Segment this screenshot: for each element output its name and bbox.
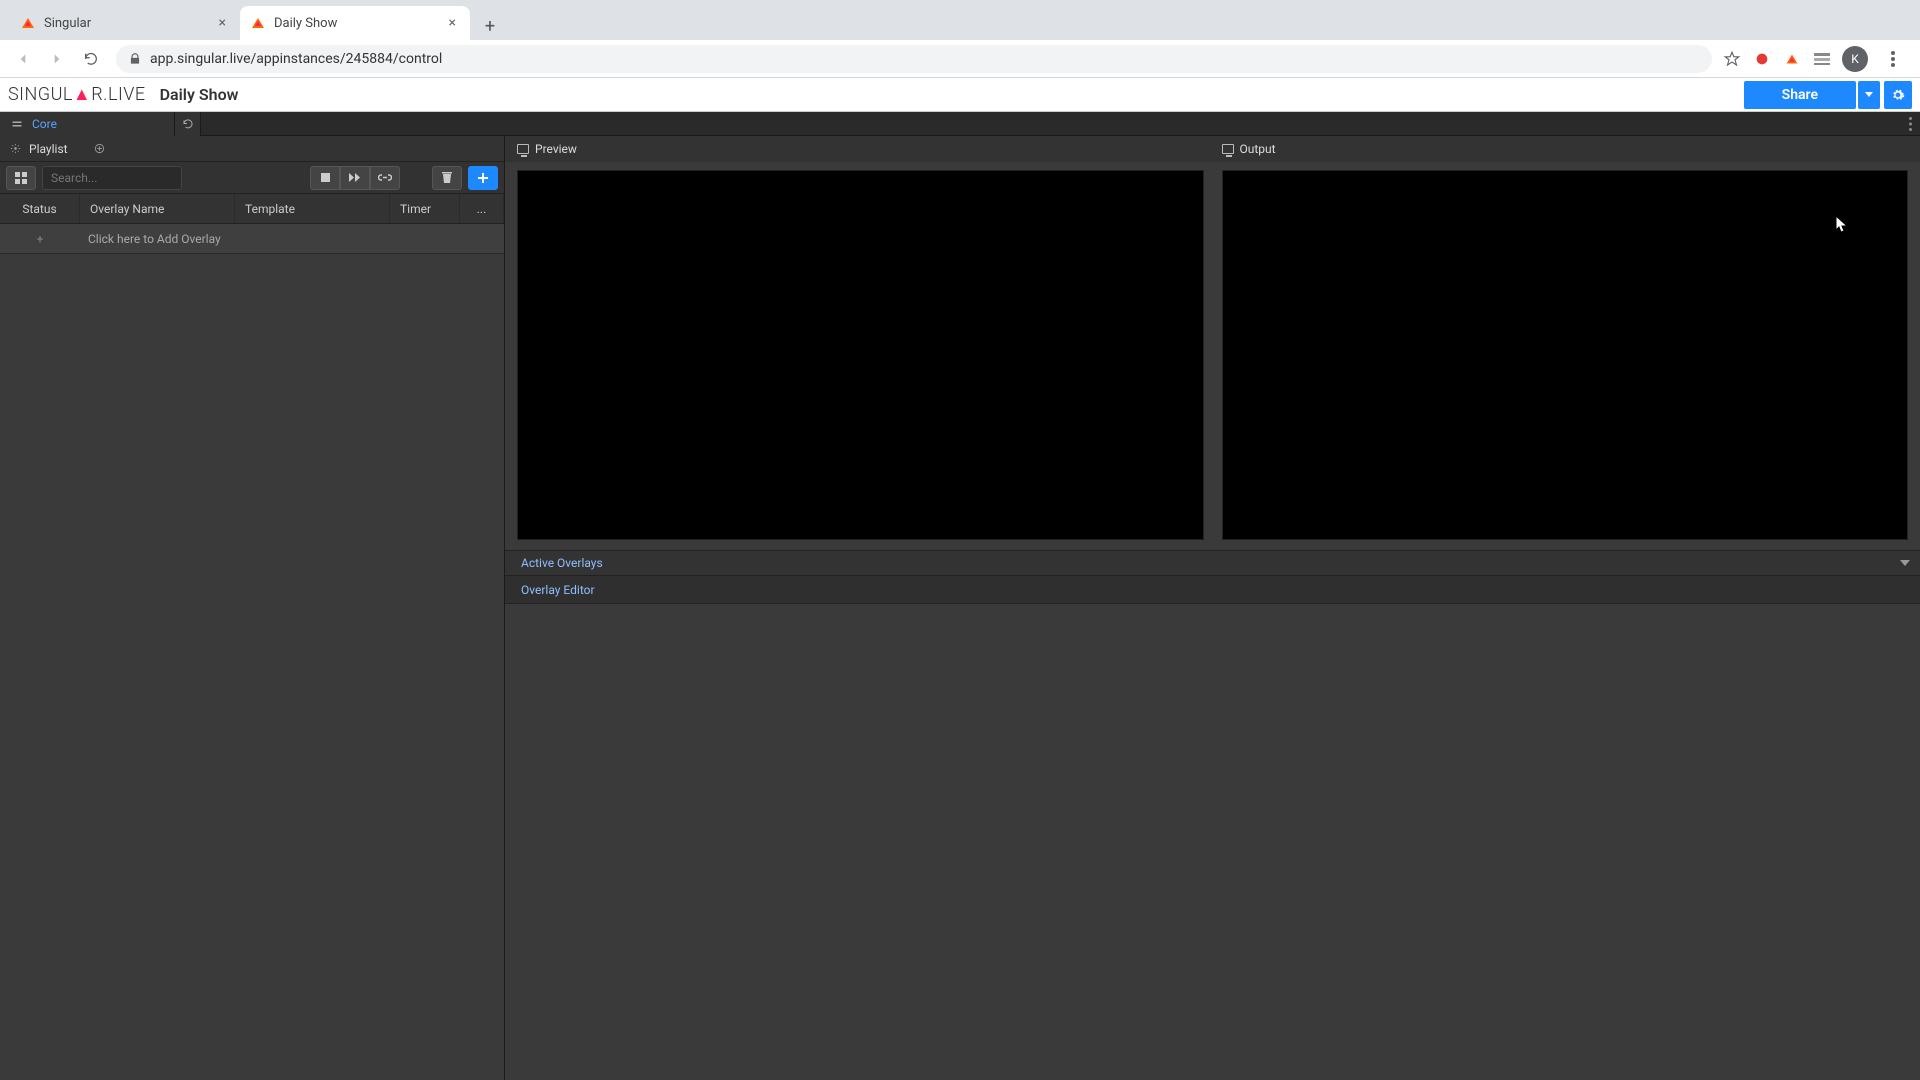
extension-icon[interactable] (1752, 49, 1772, 69)
settings-button[interactable] (1884, 81, 1912, 109)
playlist-table-header: Status Overlay Name Template Timer ... (0, 194, 504, 224)
browser-tab-dailyshow[interactable]: Daily Show × (240, 6, 470, 40)
forward-button[interactable] (42, 44, 72, 74)
next-button[interactable] (340, 166, 370, 190)
singular-favicon-icon (250, 15, 266, 31)
active-overlays-bar[interactable]: Active Overlays (505, 550, 1920, 576)
loop-button[interactable] (370, 166, 400, 190)
overlay-editor-bar[interactable]: Overlay Editor (505, 576, 1920, 604)
right-panel: Preview Output Active Overlays (505, 136, 1920, 1080)
search-input-wrap (42, 166, 182, 190)
brand-logo[interactable]: SINGUL▲R.LIVE (8, 84, 146, 105)
preview-pane (517, 162, 1204, 540)
stop-icon (321, 173, 330, 182)
core-label: Core (32, 117, 57, 131)
monitor-icon (1222, 144, 1234, 154)
url-text: app.singular.live/appinstances/245884/co… (150, 51, 442, 67)
new-tab-button[interactable]: + (476, 12, 504, 40)
col-more[interactable]: ... (460, 194, 504, 223)
close-icon[interactable]: × (445, 13, 460, 33)
lock-icon (128, 52, 142, 66)
singular-extension-icon[interactable] (1782, 49, 1802, 69)
tab-title: Daily Show (274, 16, 445, 31)
playlist-add-button[interactable] (94, 143, 105, 154)
back-button[interactable] (8, 44, 38, 74)
stop-button[interactable] (310, 166, 340, 190)
add-overlay-label: Click here to Add Overlay (80, 232, 221, 246)
browser-tab-singular[interactable]: Singular × (10, 6, 240, 40)
add-button[interactable] (468, 166, 498, 190)
avatar[interactable]: K (1842, 46, 1868, 72)
overlay-editor-body (505, 604, 1920, 1080)
preview-output-row (505, 162, 1920, 550)
link-icon (378, 173, 392, 182)
address-bar-right: K (1722, 44, 1912, 74)
playlist-header: Playlist (0, 136, 504, 162)
url-field[interactable]: app.singular.live/appinstances/245884/co… (116, 45, 1712, 73)
chrome-menu-button[interactable] (1878, 44, 1908, 74)
kebab-icon (1909, 117, 1912, 131)
output-header: Output (1222, 136, 1909, 162)
preview-output-header-row: Preview Output (505, 136, 1920, 162)
tab-strip: Singular × Daily Show × + (0, 0, 1920, 40)
next-icon (349, 173, 361, 182)
address-bar: app.singular.live/appinstances/245884/co… (0, 40, 1920, 78)
share-dropdown-button[interactable] (1858, 81, 1880, 109)
playlist-title: Playlist (29, 142, 68, 156)
tab-title: Singular (44, 16, 215, 31)
col-overlay-name[interactable]: Overlay Name (80, 194, 235, 223)
output-label: Output (1240, 142, 1276, 156)
trash-icon (442, 172, 452, 183)
preview-label: Preview (535, 142, 577, 156)
refresh-icon (182, 118, 194, 130)
app-header: SINGUL▲R.LIVE Daily Show Share (0, 78, 1920, 112)
grid-icon (15, 172, 27, 184)
add-overlay-row[interactable]: + Click here to Add Overlay (0, 224, 504, 254)
grid-view-button[interactable] (6, 166, 36, 190)
col-timer[interactable]: Timer (390, 194, 460, 223)
col-template[interactable]: Template (235, 194, 390, 223)
active-overlays-label: Active Overlays (521, 556, 603, 570)
monitor-icon (517, 144, 529, 154)
reload-button[interactable] (76, 44, 106, 74)
extension-icon-2[interactable] (1812, 49, 1832, 69)
browser-chrome: Singular × Daily Show × + app.singular.l… (0, 0, 1920, 78)
preview-header: Preview (517, 136, 1204, 162)
project-name: Daily Show (160, 85, 239, 104)
chevron-down-icon[interactable] (1900, 560, 1910, 566)
col-status[interactable]: Status (0, 194, 80, 223)
gear-icon[interactable] (10, 143, 21, 154)
chevron-down-icon (1865, 92, 1873, 97)
search-input[interactable] (42, 166, 182, 190)
delete-button[interactable] (432, 166, 462, 190)
share-button[interactable]: Share (1744, 81, 1856, 109)
plus-icon: + (0, 232, 80, 246)
playback-group (310, 166, 400, 190)
subheader-menu-button[interactable] (1900, 112, 1920, 136)
singular-favicon-icon (20, 15, 36, 31)
plus-icon (478, 173, 488, 183)
overlay-editor-label: Overlay Editor (521, 583, 595, 597)
preview-canvas[interactable] (517, 170, 1204, 540)
output-pane (1222, 162, 1909, 540)
gear-icon (1891, 88, 1905, 102)
main: Playlist (0, 136, 1920, 1080)
sub-header: Core (0, 112, 1920, 136)
plus-circle-icon (94, 143, 105, 154)
output-canvas[interactable] (1222, 170, 1909, 540)
layers-icon (10, 117, 24, 131)
playlist-toolbar (0, 162, 504, 194)
close-icon[interactable]: × (215, 13, 230, 33)
refresh-button[interactable] (175, 112, 201, 136)
star-icon[interactable] (1722, 49, 1742, 69)
left-panel: Playlist (0, 136, 505, 1080)
core-tab[interactable]: Core (0, 112, 175, 136)
